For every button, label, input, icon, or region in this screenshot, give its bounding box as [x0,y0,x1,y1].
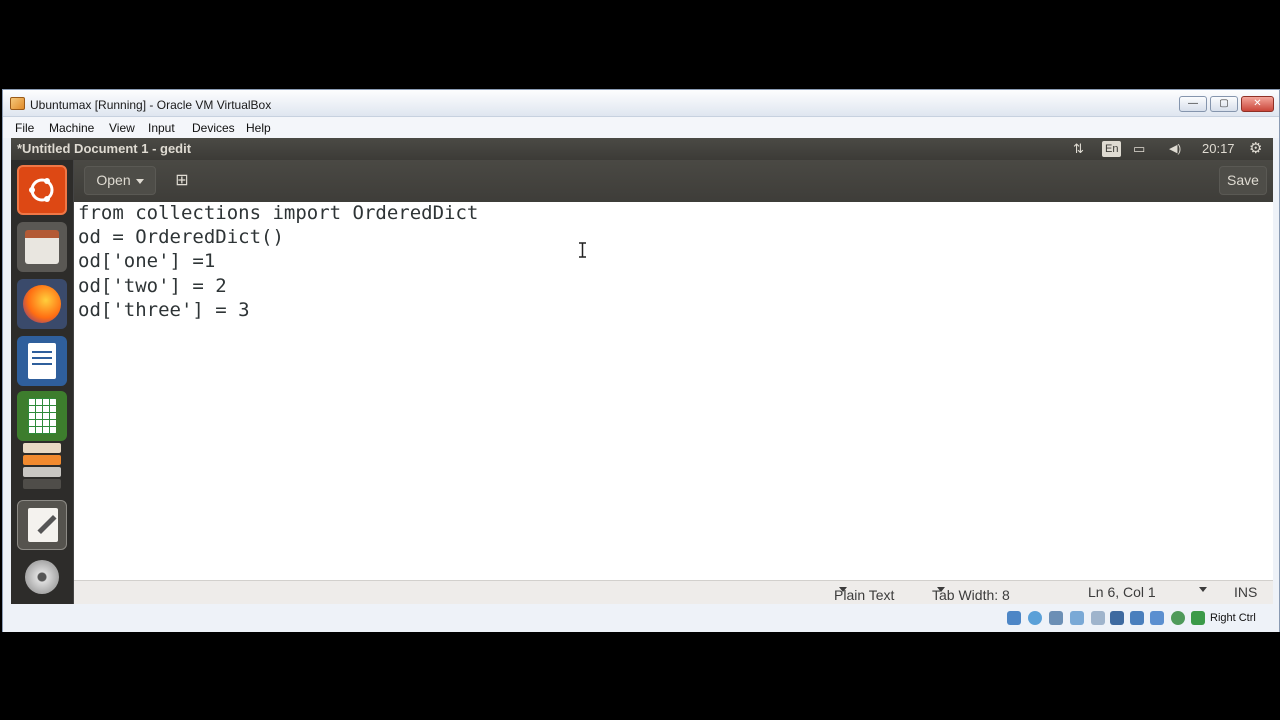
chevron-down-icon [135,178,144,184]
guest-screen: *Untitled Document 1 - gedit ⇅ En ▭ ◀) 2… [11,138,1273,604]
keyboard-layout-indicator[interactable]: En [1102,141,1122,157]
open-button-label: Open [96,172,131,188]
network-icon[interactable]: ⇅ [1073,140,1084,158]
network-adapter-icon[interactable] [1070,611,1084,625]
chevron-down-icon [937,587,945,592]
clock[interactable]: 20:17 [1202,140,1235,158]
hard-disk-icon[interactable] [1007,611,1021,625]
new-tab-button[interactable]: ⊞ [167,166,197,195]
host-status-bar: Right Ctrl [3,604,1279,632]
libreoffice-calc-icon[interactable] [17,391,67,441]
usb-icon[interactable] [1091,611,1105,625]
menu-machine[interactable]: Machine [49,121,94,135]
save-button[interactable]: Save [1219,166,1267,195]
open-button[interactable]: Open [84,166,156,195]
audio-icon[interactable] [1049,611,1063,625]
text-editor-area[interactable]: from collections import OrderedDict od =… [74,202,1273,580]
host-menu-bar: File Machine View Input Devices Help [3,117,1279,138]
gedit-header-bar: Open ⊞ Save [74,160,1273,202]
ubuntu-dash-icon[interactable] [17,165,67,215]
close-button[interactable]: ✕ [1241,96,1274,112]
virtualbox-app-icon [10,97,25,110]
disc-icon[interactable] [17,558,67,598]
files-icon[interactable] [17,222,67,272]
virtualization-icon[interactable] [1171,611,1185,625]
maximize-button[interactable]: ▢ [1210,96,1238,112]
volume-icon[interactable]: ◀) [1169,140,1181,158]
menu-file[interactable]: File [15,121,34,135]
recording-icon[interactable] [1150,611,1164,625]
host-key-label: Right Ctrl [1210,612,1256,624]
code-line: od['three'] = 3 [78,299,250,321]
unity-launcher [11,160,74,604]
text-cursor-icon [579,242,586,258]
text-editor-icon[interactable] [17,500,67,550]
insert-mode: INS [1234,584,1258,600]
code-line: od['one'] =1 [78,250,216,272]
stacked-apps-icon[interactable] [17,443,67,493]
minimize-button[interactable]: — [1179,96,1207,112]
cursor-position: Ln 6, Col 1 [1088,584,1156,600]
mouse-integration-icon[interactable] [1191,611,1205,625]
battery-icon[interactable]: ▭ [1133,140,1145,158]
menu-view[interactable]: View [109,121,135,135]
shared-folders-icon[interactable] [1110,611,1124,625]
firefox-icon[interactable] [17,279,67,329]
code-line: from collections import OrderedDict [78,202,479,224]
chevron-down-icon [839,587,847,592]
settings-icon[interactable]: ⚙ [1249,140,1262,158]
ubuntu-top-panel: *Untitled Document 1 - gedit ⇅ En ▭ ◀) 2… [11,138,1273,160]
chevron-down-icon [1199,587,1207,592]
menu-input[interactable]: Input [148,121,175,135]
virtualbox-window: Ubuntumax [Running] - Oracle VM VirtualB… [2,89,1280,632]
menu-devices[interactable]: Devices [192,121,235,135]
host-window-title: Ubuntumax [Running] - Oracle VM VirtualB… [30,98,272,112]
gedit-status-bar: Plain Text Tab Width: 8 Ln 6, Col 1 INS [74,580,1273,604]
gedit-window-title: *Untitled Document 1 - gedit [17,141,192,156]
code-line: od = OrderedDict() [78,226,284,248]
code-line: od['two'] = 2 [78,275,227,297]
libreoffice-writer-icon[interactable] [17,336,67,386]
optical-drive-icon[interactable] [1028,611,1042,625]
menu-help[interactable]: Help [246,121,271,135]
display-icon[interactable] [1130,611,1144,625]
host-title-bar: Ubuntumax [Running] - Oracle VM VirtualB… [3,90,1279,117]
